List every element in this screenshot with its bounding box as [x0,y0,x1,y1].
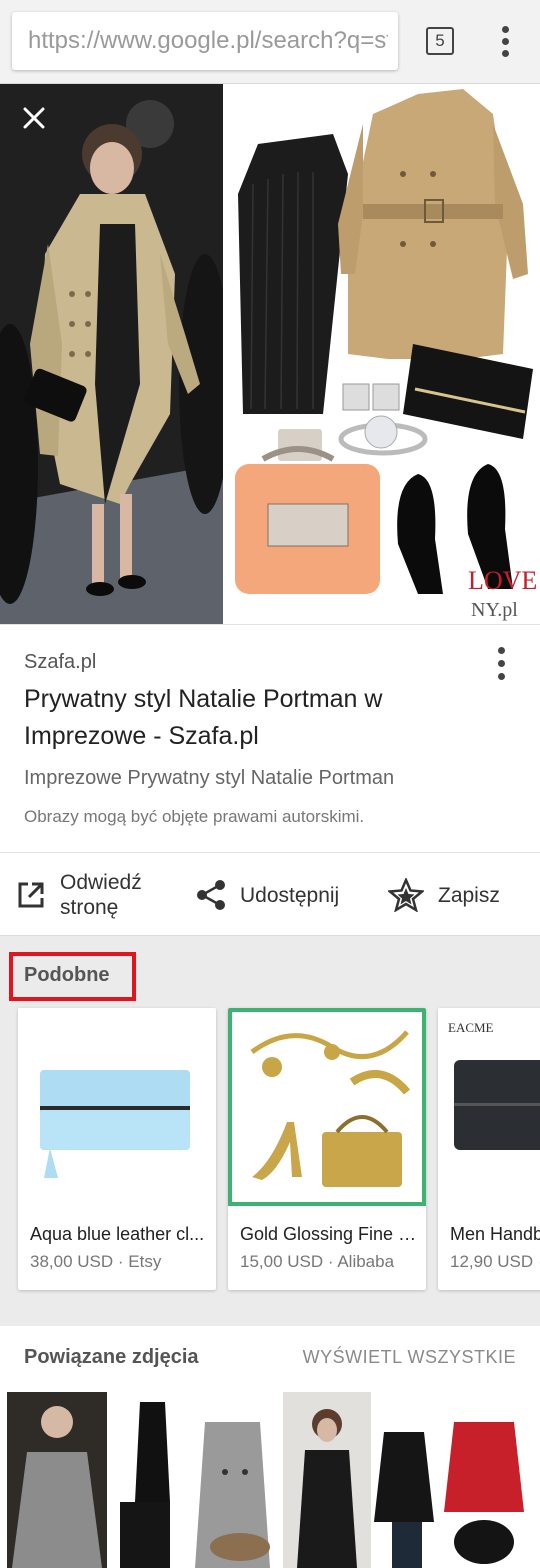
menu-dot-icon [498,660,505,667]
source-site[interactable]: Szafa.pl [24,651,96,674]
result-menu-button[interactable] [492,647,512,681]
result-info: Szafa.pl Prywatny styl Natalie Portman w… [0,624,540,852]
open-external-icon [18,882,44,908]
menu-dot-icon [498,647,505,654]
menu-dot-icon [502,38,509,45]
share-button[interactable]: Udostępnij [196,853,339,937]
browser-menu-button[interactable] [496,26,516,58]
similar-item-card[interactable]: Gold Glossing Fine P... 15,00 USD · Alib… [228,1008,426,1290]
watermark-ny: NY.pl [471,599,518,621]
watermark-love: LOVE [468,566,537,595]
related-image[interactable] [110,1392,280,1568]
visit-label-line2: stronę [60,896,119,919]
menu-dot-icon [502,26,509,33]
close-icon [23,107,45,129]
similar-item-name: Gold Glossing Fine P... [240,1224,420,1244]
copyright-notice: Obrazy mogą być objęte prawami autorskim… [24,807,365,826]
similar-item-price: 12,90 USD · [450,1252,540,1271]
similar-item-image [228,1008,426,1206]
similar-item-card[interactable]: Aqua blue leather cl... 38,00 USD · Etsy [18,1008,216,1290]
related-image[interactable] [283,1392,371,1568]
result-description: Imprezowe Prywatny styl Natalie Portman [24,767,395,789]
action-bar: Odwiedź stronę Udostępnij Zapisz [0,852,540,936]
share-icon [197,880,225,910]
menu-dot-icon [502,50,509,57]
close-preview-button[interactable] [20,104,48,132]
celebrity-photo [0,84,223,624]
page: https://www.google.pl/search?q=st 5 LOVE… [0,0,540,1568]
outfit-collage: LOVE NY.pl [223,84,540,624]
similar-item-price: 38,00 USD · Etsy [30,1252,162,1271]
annotation-highlight-box [9,952,136,1001]
save-button[interactable]: Zapisz [388,853,500,937]
similar-item-price: 15,00 USD · Alibaba [240,1252,395,1271]
visit-label-line1: Odwiedź [60,871,142,894]
image-preview[interactable]: LOVE NY.pl [0,84,540,624]
similar-item-name: Men Handb [450,1224,540,1244]
similar-item-name: Aqua blue leather cl... [30,1224,205,1244]
view-all-link[interactable]: WYŚWIETL WSZYSTKIE [303,1347,516,1368]
related-heading: Powiązane zdjęcia [24,1346,199,1368]
tab-switcher-button[interactable]: 5 [426,27,454,55]
result-title[interactable]: Prywatny styl Natalie Portman w Imprezow… [24,681,494,755]
menu-dot-icon [498,673,505,680]
related-image[interactable] [374,1392,540,1568]
related-images-section: Powiązane zdjęcia WYŚWIETL WSZYSTKIE [0,1326,540,1568]
browser-toolbar: https://www.google.pl/search?q=st 5 [0,0,540,84]
similar-item-image [18,1008,216,1206]
similar-item-card[interactable]: EACME Men Handb 12,90 USD · [438,1008,540,1290]
visit-page-button[interactable]: Odwiedź stronę [16,853,142,937]
share-label: Udostępnij [240,883,340,907]
related-image[interactable] [7,1392,107,1568]
star-save-icon [388,878,424,912]
url-bar[interactable]: https://www.google.pl/search?q=st [12,12,398,70]
tab-count: 5 [435,31,445,50]
save-label: Zapisz [438,883,500,907]
similar-item-image: EACME [438,1008,540,1206]
url-text[interactable]: https://www.google.pl/search?q=st [28,27,388,55]
